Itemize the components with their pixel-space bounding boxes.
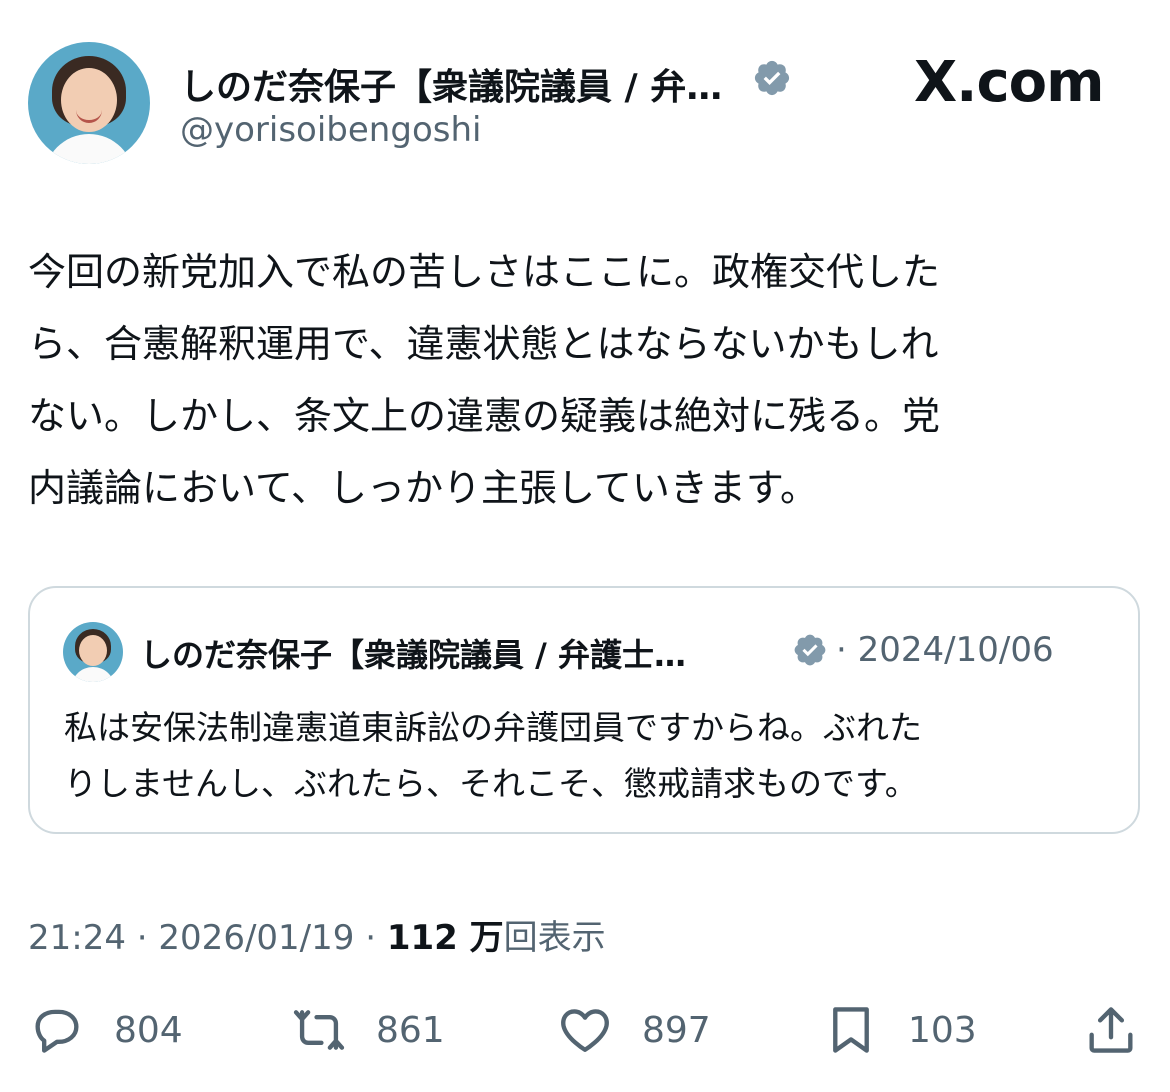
reply-button[interactable]: 804 [28,1000,183,1060]
tweet-date[interactable]: 2026/01/19 [158,918,354,958]
bookmark-icon [833,1007,869,1053]
tweet-meta: 21:24 · 2026/01/19 · 112 万回表示 [28,918,606,958]
verified-badge-icon [794,634,826,666]
share-icon [1089,1007,1133,1053]
action-bar: 804 861 897 103 [28,1000,1140,1070]
like-button[interactable]: 897 [556,1000,711,1060]
verified-badge-icon [754,60,790,96]
author-avatar[interactable] [28,42,150,164]
avatar-face [79,635,107,666]
repost-icon [293,1010,345,1050]
quoted-tweet-text: 私は安保法制違憲道東訴訟の弁護団員ですからね。ぶれた りしませんし、ぶれたら、そ… [64,708,922,803]
quoted-author-name: しのだ奈保子【衆議院議員 / 弁護士… [140,636,686,674]
tweet-time[interactable]: 21:24 [28,918,126,958]
avatar-shirt [44,134,134,164]
repost-button[interactable]: 861 [290,1000,445,1060]
quoted-author-avatar [63,622,123,682]
reply-count: 804 [114,1009,183,1051]
views-label: 回表示 [503,918,606,958]
share-button[interactable] [1082,1000,1140,1060]
quoted-date: · 2024/10/06 [836,630,1054,670]
repost-count: 861 [376,1009,445,1051]
heart-icon [561,1009,609,1052]
site-watermark: X.com [914,50,1104,115]
author-handle[interactable]: @yorisoibengoshi [180,110,481,150]
author-name[interactable]: しのだ奈保子【衆議院議員 / 弁… [180,58,740,110]
avatar-shirt [71,667,115,682]
like-count: 897 [642,1009,711,1051]
bookmark-button[interactable]: 103 [822,1000,977,1060]
views-count: 112 万 [386,918,504,958]
reply-icon [35,1009,79,1053]
bookmark-count: 103 [908,1009,977,1051]
quoted-date-value: 2024/10/06 [857,630,1054,670]
tweet-text: 今回の新党加入で私の苦しさはここに。政権交代した ら、合憲解釈運用で、違憲状態と… [28,250,941,510]
